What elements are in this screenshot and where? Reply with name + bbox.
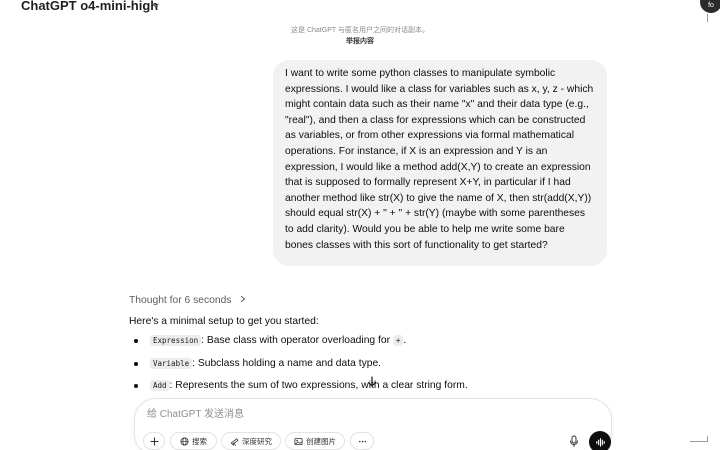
- arrow-down-icon[interactable]: [366, 376, 378, 388]
- deep-research-button-label: 深度研究: [242, 436, 272, 446]
- model-selector-title[interactable]: ChatGPT o4-mini-high: [21, 0, 158, 14]
- voice-mode-button[interactable]: [589, 431, 611, 450]
- report-content-link[interactable]: 举报内容: [250, 37, 470, 47]
- microphone-icon[interactable]: [567, 434, 581, 448]
- message-composer: 给 ChatGPT 发送消息 搜索 深度研究 创建图片: [134, 398, 612, 450]
- deep-research-button[interactable]: 深度研究: [221, 432, 281, 450]
- create-image-button[interactable]: 创建图片: [285, 432, 345, 450]
- attach-button[interactable]: [143, 432, 165, 450]
- list-item: Expression: Base class with operator ove…: [134, 334, 634, 357]
- user-avatar[interactable]: fo: [700, 0, 720, 13]
- image-icon: [294, 437, 303, 445]
- composer-toolbar: 搜索 深度研究 创建图片: [143, 431, 611, 450]
- plus-icon: [149, 436, 159, 446]
- list-item-text: : Represents the sum of two expressions,…: [169, 380, 468, 391]
- shared-note-text: 这是 ChatGPT 与匿名用户之间的对话副本。: [291, 27, 429, 34]
- telescope-icon: [230, 437, 239, 446]
- bullet-dot: [134, 339, 138, 343]
- inline-code: Add: [150, 380, 170, 391]
- chevron-right-icon: [241, 296, 246, 302]
- create-image-button-label: 创建图片: [306, 436, 336, 446]
- scrollbar-edge: [690, 441, 708, 442]
- list-item: Variable: Subclass holding a name and da…: [134, 357, 634, 380]
- message-input[interactable]: 给 ChatGPT 发送消息: [147, 408, 244, 421]
- list-item-text: : Subclass holding a name and data type.: [192, 357, 382, 369]
- waveform-icon: [595, 437, 605, 447]
- inline-code: +: [392, 335, 404, 346]
- list-item-text: : Base class with operator overloading f…: [201, 335, 393, 346]
- scrollbar-edge: [707, 436, 708, 442]
- search-button-label: 搜索: [192, 436, 207, 446]
- thought-label: Thought for 6 seconds: [129, 295, 232, 306]
- shared-conversation-note: 这是 ChatGPT 与匿名用户之间的对话副本。 举报内容: [250, 26, 470, 47]
- more-horizontal-icon: [358, 440, 366, 442]
- more-tools-button[interactable]: [350, 432, 374, 450]
- thought-toggle[interactable]: Thought for 6 seconds: [129, 294, 246, 308]
- inline-code: Variable: [150, 357, 193, 369]
- bullet-dot: [134, 384, 138, 388]
- inline-code: Expression: [150, 335, 202, 346]
- top-bar: ChatGPT o4-mini-high fo: [0, 0, 720, 14]
- list-item-text: .: [403, 335, 407, 346]
- scrollbar-edge: [707, 14, 708, 22]
- user-message-bubble: I want to write some python classes to m…: [273, 60, 607, 266]
- bullet-dot: [134, 361, 138, 366]
- assistant-bullet-list: Expression: Base class with operator ove…: [134, 334, 634, 402]
- chevron-down-icon[interactable]: [151, 1, 160, 10]
- search-button[interactable]: 搜索: [170, 432, 217, 450]
- user-message-text: I want to write some python classes to m…: [285, 68, 594, 251]
- globe-icon: [180, 436, 189, 446]
- assistant-intro: Here's a minimal setup to get you starte…: [129, 316, 319, 327]
